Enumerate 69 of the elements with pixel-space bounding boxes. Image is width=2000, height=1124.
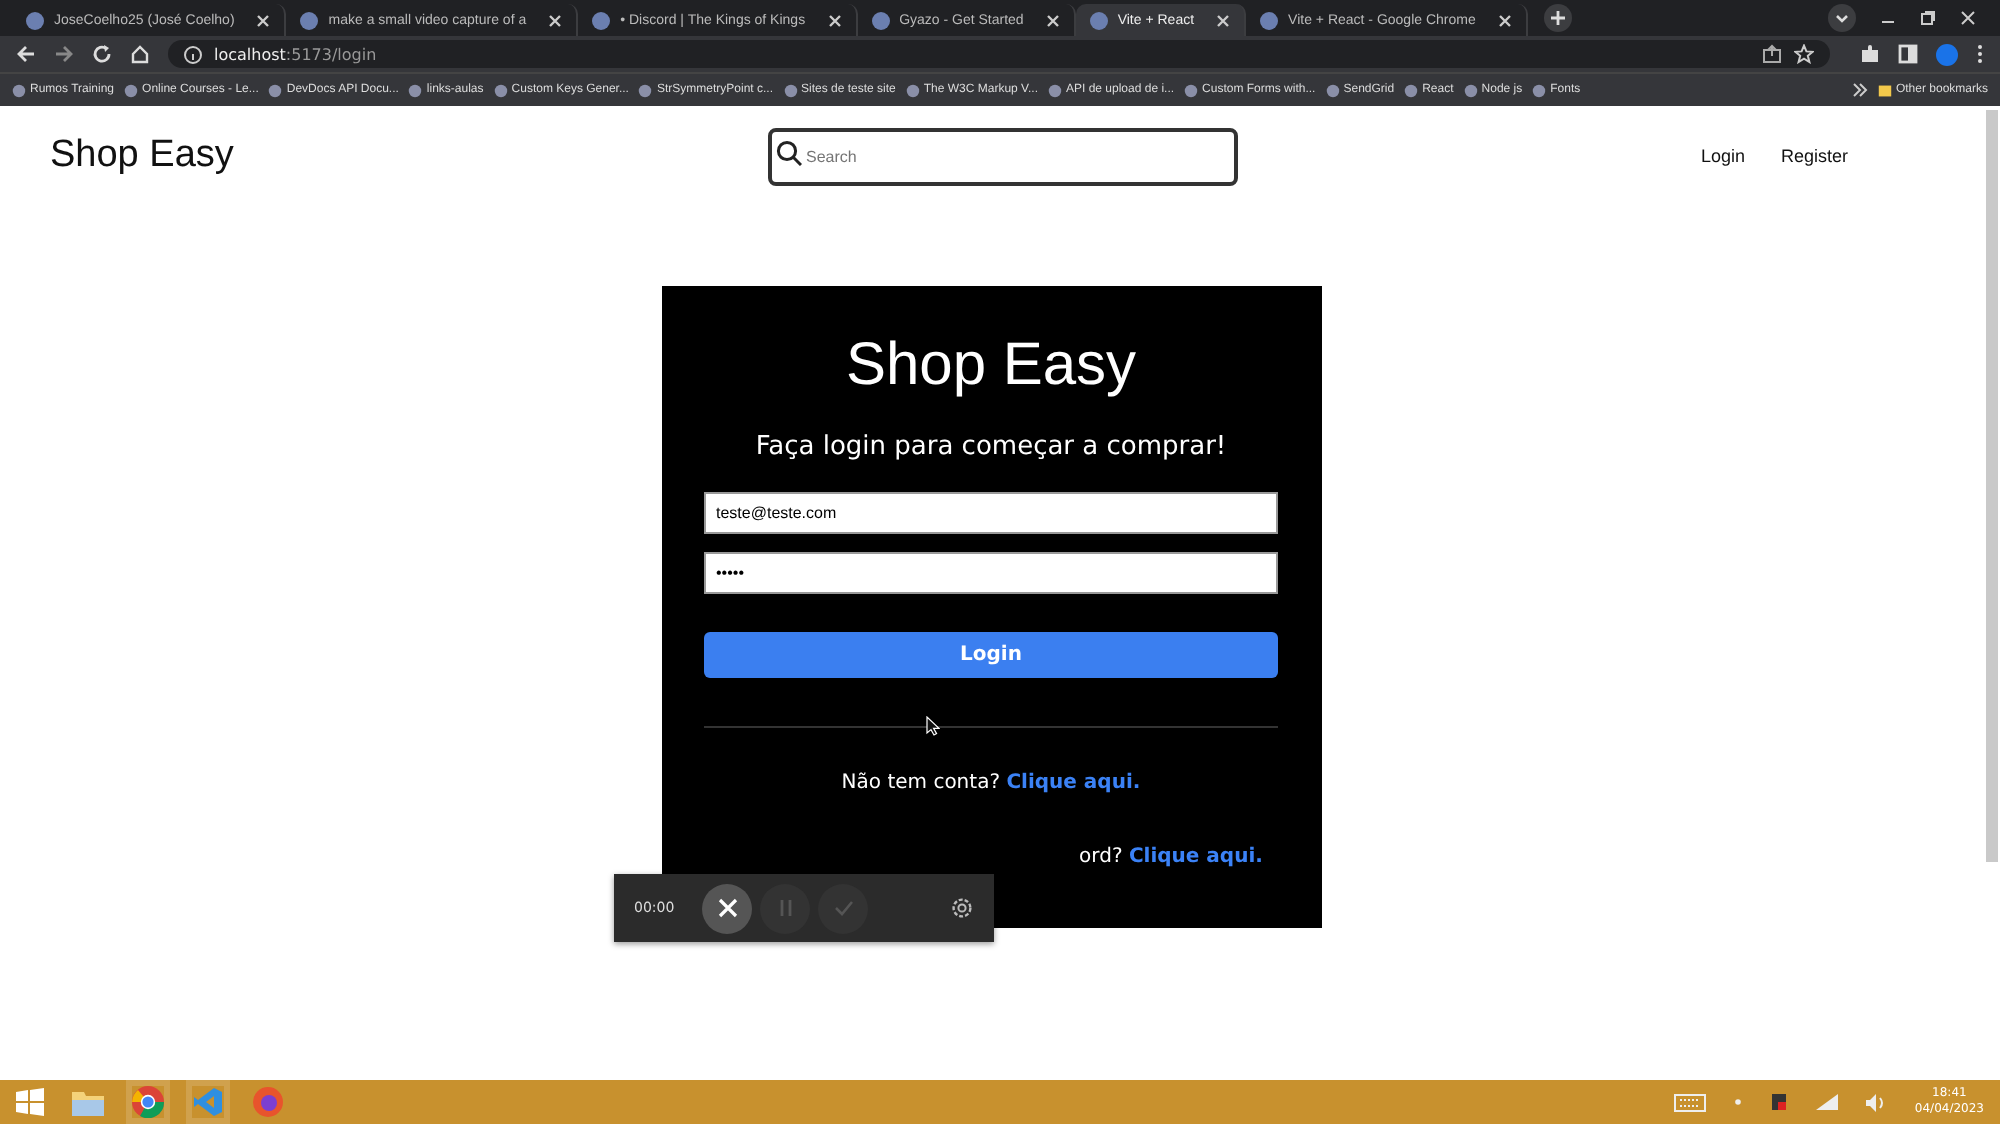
bookmark-icon [1048, 83, 1062, 97]
restore-icon[interactable] [1920, 10, 1936, 26]
signup-prompt: Não tem conta? [841, 772, 1003, 794]
close-icon[interactable] [1045, 13, 1060, 27]
folder-icon [1877, 83, 1892, 97]
dropdown-icon[interactable] [1828, 4, 1856, 32]
favicon-icon [1260, 11, 1279, 29]
settings-icon[interactable] [950, 896, 974, 920]
mouse-cursor-icon [926, 716, 940, 736]
info-icon [184, 45, 202, 63]
card-title: Shop Easy [845, 330, 1137, 402]
bookmark-icon [905, 83, 920, 97]
chevron-icon[interactable] [1851, 82, 1868, 98]
forward-icon[interactable] [54, 44, 74, 64]
home-icon[interactable] [130, 44, 150, 64]
close-icon[interactable] [1497, 13, 1512, 27]
bookmark-icon [124, 83, 139, 97]
close-icon[interactable] [548, 13, 563, 27]
avatar-icon[interactable] [1936, 43, 1958, 65]
bookmark-icon [493, 83, 508, 97]
search-field[interactable]: Search [768, 127, 1238, 185]
signup-link[interactable]: Clique aqui. [1006, 772, 1141, 794]
reload-icon[interactable] [92, 44, 112, 64]
favicon-icon [592, 11, 611, 29]
check-icon [833, 900, 854, 916]
close-icon [717, 898, 738, 918]
site-logo[interactable]: Shop Easy [50, 134, 768, 178]
nav-link[interactable]: Register [1780, 146, 1848, 166]
card-subtitle: Faça login para começar a comprar! [755, 432, 1227, 462]
bookmark-icon [268, 83, 283, 97]
cancel-button[interactable] [702, 883, 753, 933]
share-icon[interactable] [1762, 44, 1782, 64]
scrollbar[interactable] [1986, 110, 1998, 862]
bookmark-icon [1184, 83, 1199, 97]
search-icon [776, 139, 802, 165]
favicon-icon [26, 11, 44, 29]
star-icon[interactable] [1794, 44, 1814, 64]
pause-icon [777, 898, 794, 918]
url-text: localhost:5173/login [214, 45, 377, 63]
more-icon[interactable] [1976, 44, 1984, 64]
password-field[interactable]: ••••• [704, 552, 1278, 594]
close-icon[interactable] [256, 13, 271, 27]
bookmark-icon [12, 83, 26, 97]
favicon-icon [300, 11, 319, 29]
forgot-prompt: ord? [1079, 846, 1125, 868]
bookmark-icon [1532, 83, 1547, 97]
flag-icon[interactable] [1770, 1092, 1789, 1112]
email-field[interactable]: teste@teste.com [704, 492, 1278, 534]
puzzle-icon[interactable] [1860, 44, 1880, 64]
bookmark-icon [783, 83, 797, 97]
close-icon[interactable] [1960, 10, 1976, 26]
windows-start-icon[interactable] [16, 1088, 44, 1116]
back-icon[interactable] [16, 44, 36, 64]
bookmark-icon [1325, 83, 1340, 97]
bookmark-icon [1404, 83, 1419, 97]
bookmark-icon [1463, 83, 1478, 97]
bookmark-icon [638, 83, 653, 97]
address-bar[interactable]: localhost:5173/login [168, 40, 1830, 68]
favicon-icon [871, 11, 890, 29]
login-button[interactable]: Login [704, 632, 1278, 678]
nav-link[interactable]: Login [1700, 146, 1745, 166]
new-tab-icon[interactable] [1543, 4, 1572, 32]
browser-icon[interactable] [132, 1086, 164, 1118]
favicon-icon [1089, 11, 1108, 29]
close-icon[interactable] [1216, 13, 1231, 27]
sidebar-icon[interactable] [1898, 44, 1918, 64]
forgot-link[interactable]: Clique aqui. [1128, 846, 1263, 868]
bookmark-icon [408, 83, 423, 97]
close-icon[interactable] [827, 13, 842, 27]
